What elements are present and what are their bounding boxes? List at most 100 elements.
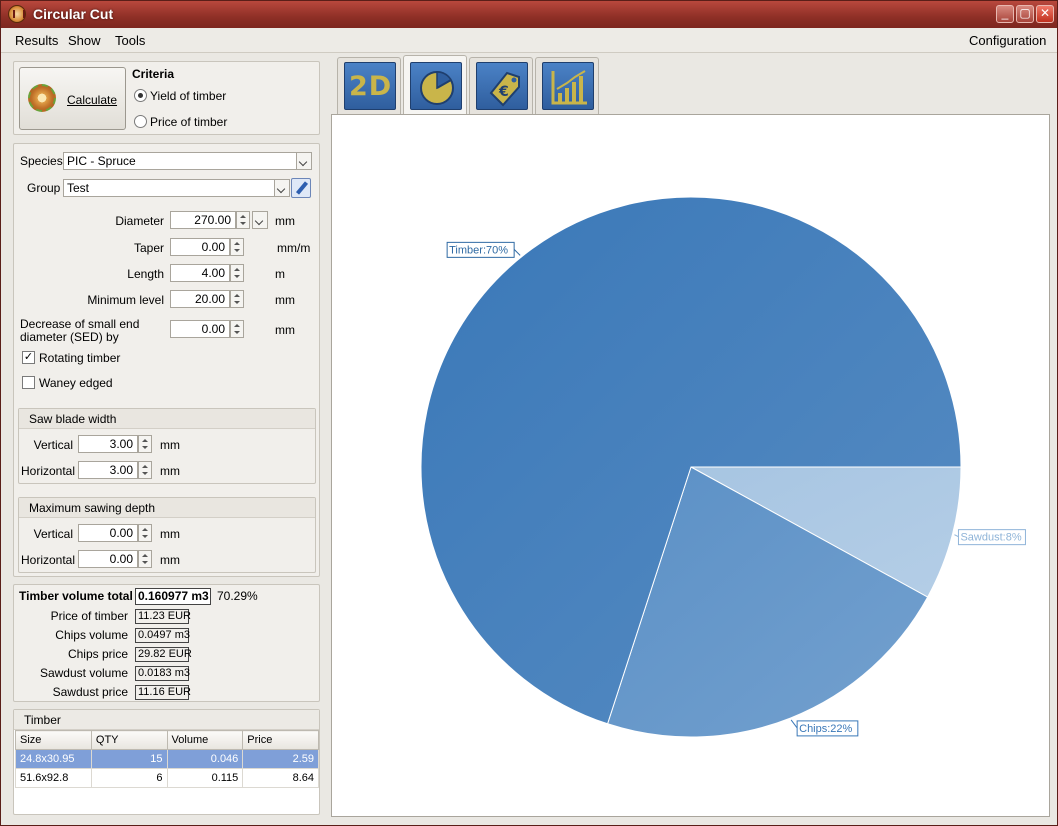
col-size[interactable]: Size (15, 730, 92, 750)
timber-volume-total-label: Timber volume total (19, 589, 133, 603)
cell-volume: 0.046 (166, 749, 244, 769)
depth-vertical-unit: mm (160, 527, 180, 541)
col-volume[interactable]: Volume (166, 730, 244, 750)
chips-volume-value: 0.0497 m3 (135, 628, 190, 643)
maximize-button[interactable]: ▢ (1016, 5, 1034, 23)
cell-price: 2.59 (242, 749, 319, 769)
depth-vertical-spinner[interactable] (138, 524, 152, 542)
taper-spinner[interactable] (230, 238, 244, 256)
species-dropdown-button[interactable] (296, 152, 312, 170)
pie-label-leader (954, 534, 959, 538)
euro-tag-icon: € (476, 62, 528, 110)
sed-spinner[interactable] (230, 320, 244, 338)
rotating-timber-checkbox[interactable]: ✓ (22, 351, 35, 364)
group-select[interactable]: Test (63, 179, 275, 197)
timber-table-title: Timber (14, 710, 319, 730)
taper-label: Taper (133, 241, 164, 255)
saw-horizontal-spinner[interactable] (138, 461, 152, 479)
table-row[interactable]: 51.6x92.8 6 0.115 8.64 (15, 768, 319, 788)
minimum-level-spinner[interactable] (230, 290, 244, 308)
length-input[interactable]: 4.00 (170, 264, 230, 282)
group-dropdown-button[interactable] (274, 179, 290, 197)
waney-edged-label[interactable]: Waney edged (39, 376, 113, 390)
saw-vertical-input[interactable]: 3.00 (78, 435, 138, 453)
sed-unit: mm (275, 323, 295, 337)
criteria-price-radio[interactable] (134, 115, 147, 128)
saw-horizontal-unit: mm (160, 464, 180, 478)
sed-input[interactable]: 0.00 (170, 320, 230, 338)
rotating-timber-label[interactable]: Rotating timber (39, 351, 120, 365)
table-row[interactable]: 24.8x30.95 15 0.046 2.59 (15, 749, 319, 769)
tab-2d[interactable]: 2D (337, 57, 401, 114)
cell-qty: 6 (90, 768, 168, 788)
criteria-yield-radio[interactable] (134, 89, 147, 102)
bar-chart-icon (542, 62, 594, 110)
depth-horizontal-spinner[interactable] (138, 550, 152, 568)
length-spinner[interactable] (230, 264, 244, 282)
depth-horizontal-input[interactable]: 0.00 (78, 550, 138, 568)
pie-chart: Timber:70% Chips:22% Sawdust:8% (420, 196, 1026, 738)
criteria-price-label[interactable]: Price of timber (150, 115, 227, 129)
title-bar[interactable]: Circular Cut _ ▢ ✕ (1, 1, 1057, 28)
timber-volume-total-value: 0.160977 m3 (135, 588, 211, 605)
taper-unit: mm/m (277, 241, 311, 255)
saw-horizontal-input[interactable]: 3.00 (78, 461, 138, 479)
window-title: Circular Cut (33, 6, 114, 22)
max-sawing-depth-group: Maximum sawing depth Vertical 0.00 mm Ho… (18, 497, 316, 573)
app-icon[interactable] (8, 5, 26, 23)
cell-qty: 15 (90, 749, 168, 769)
waney-edged-checkbox[interactable] (22, 376, 35, 389)
col-qty[interactable]: QTY (90, 730, 168, 750)
2d-icon: 2D (344, 62, 396, 110)
depth-horizontal-label: Horizontal (21, 553, 76, 567)
menu-configuration[interactable]: Configuration (969, 33, 1046, 48)
sawdust-volume-value: 0.0183 m3 (135, 666, 190, 681)
saw-horizontal-label: Horizontal (21, 464, 76, 478)
pie-label-sawdust: Sawdust:8% (960, 532, 1021, 544)
length-label: Length (127, 267, 164, 281)
timber-volume-percent: 70.29% (217, 589, 258, 603)
tab-price[interactable]: € (469, 57, 533, 114)
calculate-button[interactable]: Calculate (19, 67, 126, 130)
length-unit: m (275, 267, 285, 281)
parameters-group: Species PIC - Spruce Group Test Diameter… (13, 143, 320, 577)
diameter-dropdown-button[interactable] (252, 211, 268, 229)
menu-results[interactable]: Results (15, 33, 58, 48)
diameter-spinner[interactable] (236, 211, 250, 229)
results-group: Timber volume total 0.160977 m3 70.29% P… (13, 584, 320, 702)
menu-tools[interactable]: Tools (115, 33, 145, 48)
menu-bar: Results Show Tools Configuration (1, 28, 1057, 53)
close-button[interactable]: ✕ (1036, 5, 1054, 23)
timber-table: Size QTY Volume Price 24.8x30.95 15 0.04… (15, 730, 319, 788)
calculate-group: Calculate Criteria Yield of timber Price… (13, 61, 320, 135)
minimum-level-unit: mm (275, 293, 295, 307)
species-select[interactable]: PIC - Spruce (63, 152, 297, 170)
depth-vertical-input[interactable]: 0.00 (78, 524, 138, 542)
diameter-input[interactable]: 270.00 (170, 211, 236, 229)
menu-show[interactable]: Show (68, 33, 101, 48)
minimize-button[interactable]: _ (996, 5, 1014, 23)
saw-vertical-unit: mm (160, 438, 180, 452)
group-label: Group (27, 181, 61, 195)
taper-input[interactable]: 0.00 (170, 238, 230, 256)
cell-size: 51.6x92.8 (15, 768, 92, 788)
sawdust-price-label: Sawdust price (52, 685, 128, 699)
svg-text:€: € (498, 84, 509, 100)
edit-group-pencil-icon[interactable] (291, 178, 311, 198)
chips-price-value: 29.82 EUR (135, 647, 192, 662)
cell-price: 8.64 (242, 768, 319, 788)
col-price[interactable]: Price (242, 730, 319, 750)
tab-statistics[interactable] (535, 57, 599, 114)
minimum-level-input[interactable]: 20.00 (170, 290, 230, 308)
criteria-yield-label[interactable]: Yield of timber (150, 89, 226, 103)
tab-pie-chart[interactable] (403, 55, 467, 115)
chips-price-label: Chips price (67, 647, 128, 661)
max-sawing-depth-title: Maximum sawing depth (19, 498, 315, 518)
pie-label-timber: Timber:70% (449, 244, 508, 256)
2d-icon-label: 2D (349, 71, 393, 102)
pie-chart-panel: Timber:70% Chips:22% Sawdust:8% (331, 114, 1050, 817)
saw-vertical-spinner[interactable] (138, 435, 152, 453)
sawdust-volume-label: Sawdust volume (39, 666, 128, 680)
depth-horizontal-unit: mm (160, 553, 180, 567)
saw-blade-width-title: Saw blade width (19, 409, 315, 429)
